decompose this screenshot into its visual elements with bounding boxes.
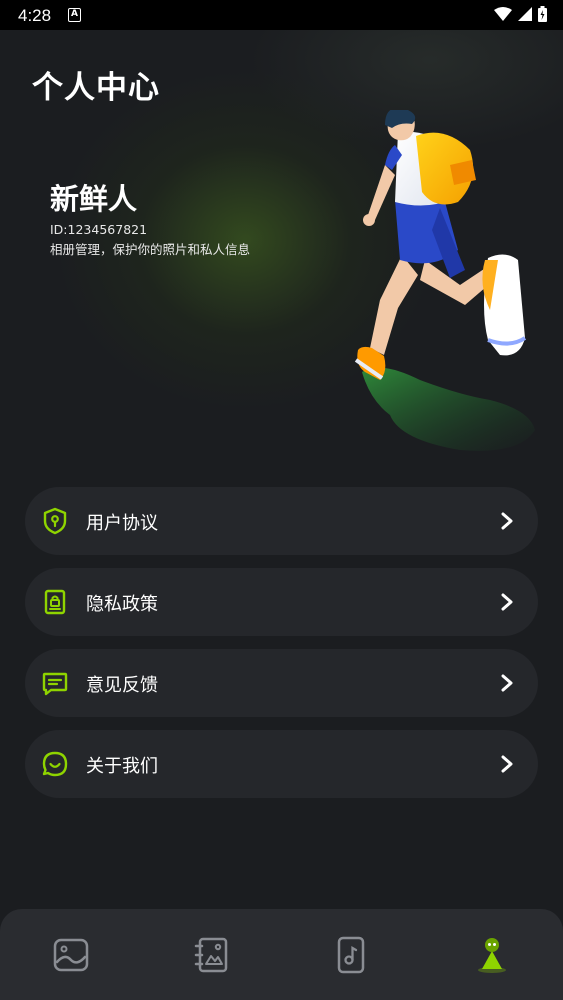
- shield-icon: [43, 507, 67, 535]
- menu-item-feedback[interactable]: 意见反馈: [25, 649, 538, 717]
- feedback-icon: [42, 672, 68, 696]
- system-icons: [494, 6, 547, 22]
- status-bar: 4:28 A: [0, 0, 563, 30]
- user-name: 新鲜人: [50, 182, 138, 216]
- album-icon: [194, 937, 228, 973]
- tab-album[interactable]: [192, 935, 232, 975]
- profile-icon: [478, 938, 506, 973]
- status-time: 4:28: [18, 6, 52, 25]
- menu-item-label: 隐私政策: [86, 594, 158, 615]
- menu-item-label: 用户协议: [86, 513, 158, 534]
- tab-music[interactable]: [331, 935, 371, 975]
- chevron-right-icon: [501, 755, 513, 773]
- user-description: 相册管理，保护你的照片和私人信息: [50, 242, 251, 257]
- chevron-right-icon: [501, 593, 513, 611]
- menu-item-about-us[interactable]: 关于我们: [25, 730, 538, 798]
- settings-menu: 用户协议 隐私政策 意见反馈 关于我们: [25, 487, 538, 811]
- battery-icon: [538, 6, 547, 22]
- page-title: 个人中心: [32, 70, 160, 106]
- runner-illustration: [354, 110, 535, 451]
- photo-icon: [53, 938, 89, 972]
- menu-item-label: 意见反馈: [86, 675, 158, 696]
- chat-smile-icon: [42, 751, 68, 777]
- bottom-tab-bar: [0, 909, 563, 1000]
- user-id: ID:1234567821: [50, 222, 148, 237]
- chevron-right-icon: [501, 512, 513, 530]
- music-file-icon: [337, 936, 365, 974]
- signal-icon: [518, 7, 532, 21]
- privacy-document-icon: [44, 589, 66, 615]
- tab-photos[interactable]: [51, 935, 91, 975]
- a-icon: A: [68, 8, 81, 22]
- menu-item-label: 关于我们: [86, 756, 158, 777]
- menu-item-user-agreement[interactable]: 用户协议: [25, 487, 538, 555]
- tab-profile[interactable]: [472, 935, 512, 975]
- menu-item-privacy-policy[interactable]: 隐私政策: [25, 568, 538, 636]
- chevron-right-icon: [501, 674, 513, 692]
- wifi-icon: [494, 7, 512, 21]
